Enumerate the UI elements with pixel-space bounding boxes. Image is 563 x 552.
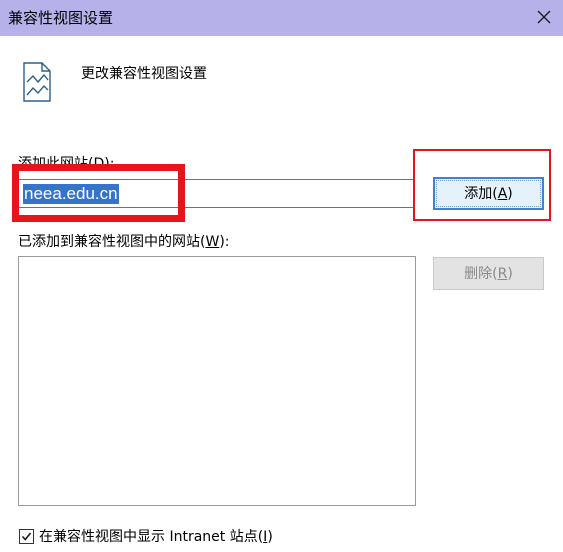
intranet-label: 在兼容性视图中显示 Intranet 站点(I)	[39, 529, 273, 545]
checkmark-icon	[21, 532, 32, 541]
intranet-checkbox[interactable]	[19, 529, 34, 544]
add-site-label: 添加此网站(D):	[18, 156, 115, 172]
add-button[interactable]: 添加(A)	[433, 177, 544, 210]
added-sites-label: 已添加到兼容性视图中的网站(W):	[18, 234, 230, 250]
header-text: 更改兼容性视图设置	[81, 66, 207, 82]
title-bar[interactable]: 兼容性视图设置	[0, 0, 563, 36]
site-input[interactable]: neea.edu.cn	[18, 179, 414, 208]
close-button[interactable]	[530, 4, 558, 30]
added-sites-list[interactable]	[18, 256, 416, 506]
document-chart-icon	[22, 62, 52, 102]
remove-button[interactable]: 删除(R)	[433, 257, 544, 290]
close-icon	[537, 10, 551, 24]
compatibility-view-settings-dialog: 兼容性视图设置 更改兼容性视图设置 添加此网站(D): neea.edu.cn …	[0, 0, 563, 552]
dialog-title: 兼容性视图设置	[8, 9, 114, 27]
site-input-value[interactable]: neea.edu.cn	[23, 184, 119, 204]
